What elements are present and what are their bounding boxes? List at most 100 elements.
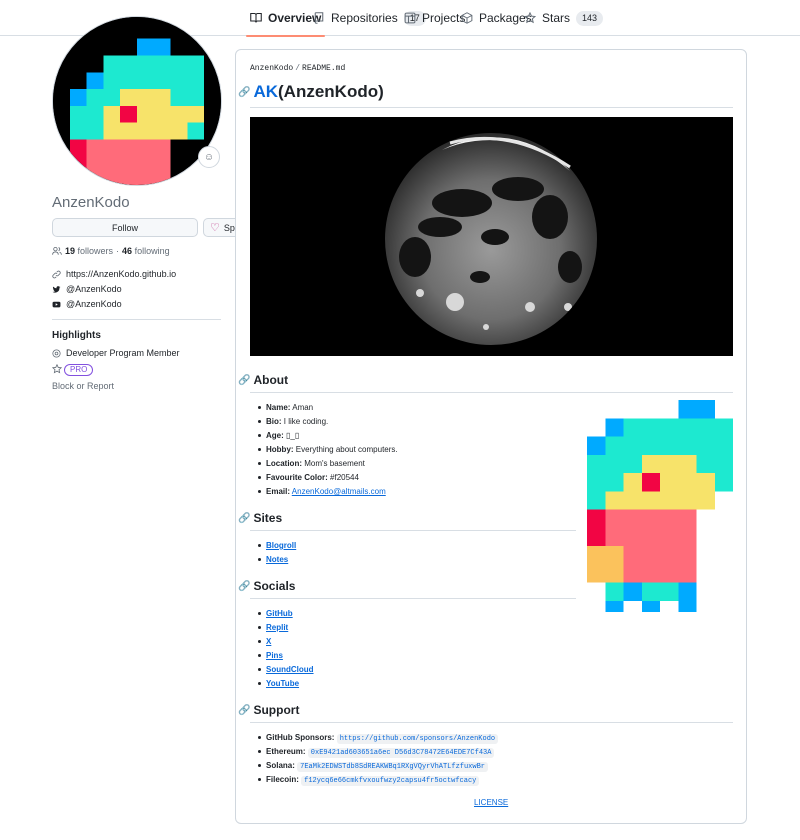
highlights-title: Highlights	[52, 330, 101, 341]
developer-program-row[interactable]: Developer Program Member	[52, 348, 180, 358]
breadcrumb-separator: /	[295, 64, 301, 73]
list-item: SoundCloud	[258, 663, 314, 677]
list-item: Age: ▯_▯	[258, 429, 398, 443]
profile-username: AnzenKodo	[52, 194, 130, 211]
link-icon[interactable]: 🔗	[238, 705, 250, 716]
stars-count: 143	[576, 10, 604, 26]
tab-stars[interactable]: Stars 143	[524, 0, 604, 36]
breadcrumb: AnzenKodo / README.md	[250, 64, 345, 73]
socials-heading-text: Socials	[253, 579, 296, 593]
sites-heading: 🔗 Sites	[238, 511, 282, 525]
support-key: GitHub Sponsors:	[266, 733, 335, 742]
filecoin-address-code: f12ycq6e66cmkfvxoufwzy2capsu4fr5octwfcac…	[301, 776, 480, 786]
link-icon	[52, 270, 61, 278]
about-value: Aman	[292, 403, 314, 412]
support-key: Filecoin:	[266, 775, 299, 784]
social-link-soundcloud[interactable]: SoundCloud	[266, 665, 314, 674]
about-heading: 🔗 About	[238, 373, 288, 387]
list-item: Email: AnzenKodo@altmails.com	[258, 485, 398, 499]
twitter-row[interactable]: @AnzenKodo	[52, 284, 122, 294]
about-list: Name: Aman Bio: I like coding. Age: ▯_▯ …	[258, 401, 398, 499]
about-value: Everything about computers.	[295, 445, 398, 454]
tab-projects[interactable]: Projects	[404, 0, 465, 36]
ethereum-address-code: 0xE9421ad603651a6ec D56d3C78472E64EDE7Cf…	[307, 748, 495, 758]
list-item: YouTube	[258, 677, 314, 691]
socials-heading: 🔗 Socials	[238, 579, 295, 593]
repo-icon	[314, 12, 324, 24]
tab-projects-label: Projects	[422, 11, 466, 25]
list-item: Ethereum: 0xE9421ad603651a6ec D56d3C7847…	[257, 745, 498, 759]
emoji-icon: ☺	[203, 151, 215, 163]
star-outline-icon	[52, 364, 62, 374]
table-icon	[404, 12, 416, 24]
package-icon	[461, 12, 473, 24]
moon-image	[250, 117, 733, 356]
following-label: following	[134, 246, 170, 256]
breadcrumb-file[interactable]: README.md	[302, 64, 345, 73]
about-heading-text: About	[253, 373, 289, 387]
link-icon[interactable]: 🔗	[238, 375, 250, 386]
followers-link[interactable]: 19 followers	[65, 246, 113, 256]
avatar[interactable]	[52, 16, 222, 186]
youtube-link[interactable]: @AnzenKodo	[66, 299, 122, 309]
youtube-row[interactable]: @AnzenKodo	[52, 299, 122, 309]
support-key: Ethereum:	[266, 747, 306, 756]
about-value: ▯_▯	[286, 431, 300, 440]
readme-title: 🔗 AK (AnzenKodo)	[238, 82, 384, 102]
title-rest: (AnzenKodo)	[278, 82, 384, 101]
social-link-pins[interactable]: Pins	[266, 651, 283, 660]
set-status-button[interactable]: ☺	[198, 146, 220, 168]
sites-divider	[250, 530, 576, 531]
about-key: Name:	[266, 403, 291, 412]
support-heading-text: Support	[253, 703, 300, 717]
link-icon[interactable]: 🔗	[238, 87, 250, 98]
about-key: Hobby:	[266, 445, 294, 454]
following-link[interactable]: 46 following	[122, 246, 170, 256]
followers-count: 19	[65, 246, 76, 256]
social-link-x[interactable]: X	[266, 637, 271, 646]
about-key: Favourite Color:	[266, 473, 328, 482]
people-icon	[52, 246, 62, 255]
link-icon[interactable]: 🔗	[238, 513, 250, 524]
follow-stats: 19 followers · 46 following	[52, 246, 170, 256]
socials-list: GitHub Replit X Pins SoundCloud YouTube	[258, 607, 314, 691]
support-divider	[250, 722, 733, 723]
twitter-icon	[52, 285, 61, 293]
social-link-youtube[interactable]: YouTube	[266, 679, 299, 688]
book-icon	[250, 12, 262, 23]
twitter-link[interactable]: @AnzenKodo	[66, 284, 122, 294]
license-link[interactable]: LICENSE	[474, 798, 508, 807]
list-item: Hobby: Everything about computers.	[258, 443, 398, 457]
youtube-icon	[52, 301, 61, 307]
link-icon[interactable]: 🔗	[238, 581, 250, 592]
about-value: #f20544	[330, 473, 359, 482]
sites-heading-text: Sites	[253, 511, 283, 525]
about-divider	[250, 392, 733, 393]
social-link-replit[interactable]: Replit	[266, 623, 288, 632]
website-row[interactable]: https://AnzenKodo.github.io	[52, 269, 176, 279]
breadcrumb-user[interactable]: AnzenKodo	[250, 64, 293, 73]
title-ak: AK	[253, 82, 279, 101]
list-item: Pins	[258, 649, 314, 663]
website-link[interactable]: https://AnzenKodo.github.io	[66, 269, 176, 279]
list-item: Blogroll	[257, 539, 296, 553]
tab-stars-label: Stars	[542, 11, 571, 25]
tab-packages[interactable]: Packages	[461, 0, 532, 36]
sidebar-divider	[52, 319, 221, 320]
list-item: X	[258, 635, 314, 649]
sites-list: Blogroll Notes	[257, 539, 296, 567]
block-or-report-link[interactable]: Block or Report	[52, 381, 114, 391]
stats-dot: ·	[116, 246, 120, 256]
site-link-blogroll[interactable]: Blogroll	[266, 541, 296, 550]
social-link-github[interactable]: GitHub	[266, 609, 293, 618]
list-item: Bio: I like coding.	[258, 415, 398, 429]
site-link-notes[interactable]: Notes	[266, 555, 288, 564]
tab-overview[interactable]: Overview	[245, 0, 326, 37]
tab-repositories-label: Repositories	[331, 11, 398, 25]
follow-button[interactable]: Follow	[52, 218, 198, 237]
solana-address-code: 7EaMk2EDWSTdb8SdREAKWBq1RXgVQyrVhATLfzfu…	[297, 762, 488, 772]
socials-divider	[250, 598, 576, 599]
list-item: Favourite Color: #f20544	[258, 471, 398, 485]
email-link[interactable]: AnzenKodo@altmails.com	[292, 487, 386, 496]
github-sponsors-code[interactable]: https://github.com/sponsors/AnzenKodo	[336, 734, 499, 744]
